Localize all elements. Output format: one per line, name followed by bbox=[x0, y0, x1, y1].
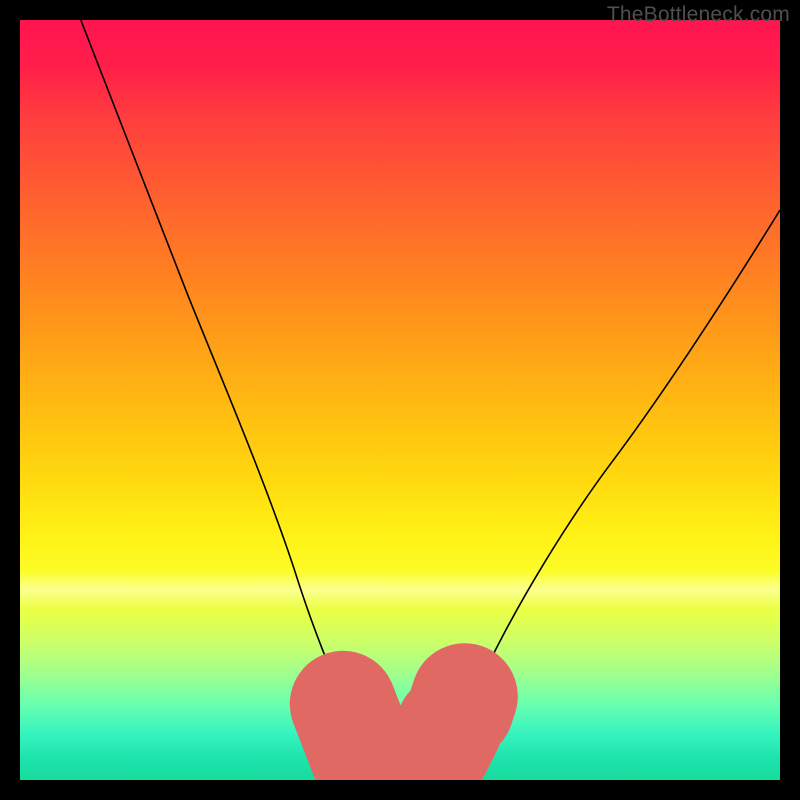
overlay-segments bbox=[343, 696, 465, 764]
watermark-text: TheBottleneck.com bbox=[607, 3, 790, 27]
outer-frame: TheBottleneck.com bbox=[0, 0, 800, 800]
chart-svg bbox=[20, 20, 780, 780]
overlay-seg-dot bbox=[461, 696, 465, 707]
plot-area bbox=[20, 20, 780, 780]
